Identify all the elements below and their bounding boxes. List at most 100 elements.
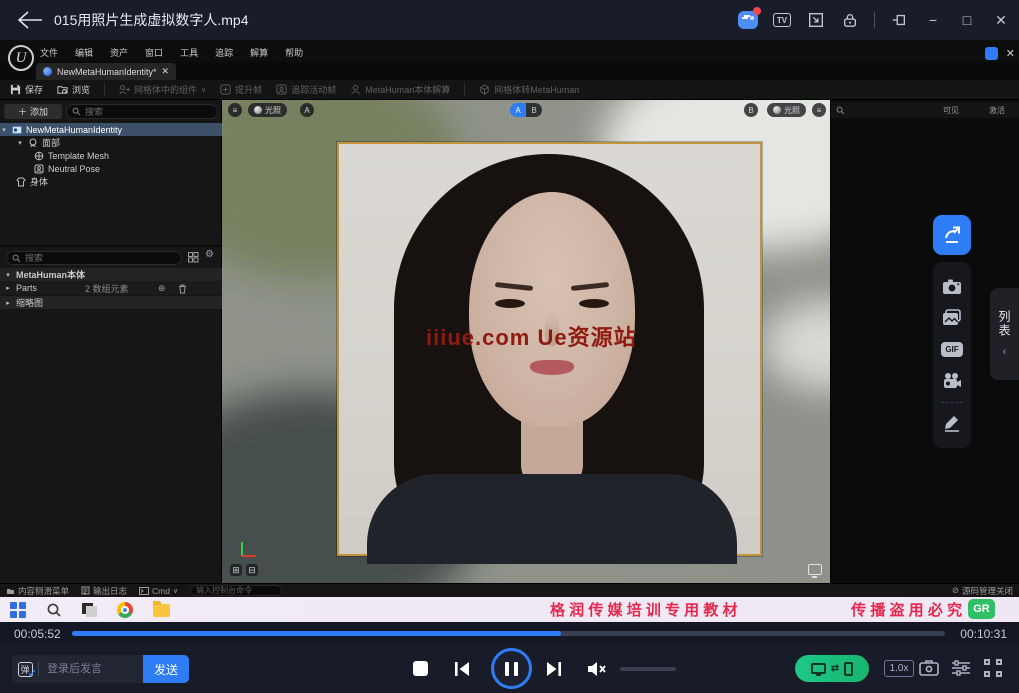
zoom-out-icon[interactable]: ⊟ (246, 564, 258, 576)
tab-close-icon[interactable]: ✕ (162, 66, 170, 77)
next-button[interactable] (544, 659, 564, 679)
chrome-icon[interactable] (117, 602, 133, 618)
stop-button[interactable] (413, 661, 428, 676)
details-row-thumbnail[interactable]: ▸ 缩略图 (0, 296, 222, 309)
settings-sliders-button[interactable] (950, 658, 972, 678)
volume-muted-icon[interactable] (586, 659, 608, 679)
pin-on-top-icon[interactable] (889, 10, 909, 30)
cmd-dropdown[interactable]: Cmd∨ (139, 586, 178, 596)
tree-item-template-mesh[interactable]: Template Mesh (0, 149, 222, 162)
chat-input[interactable] (39, 655, 143, 683)
capture-toolbar: GIF (933, 262, 971, 448)
volume-slider[interactable] (620, 667, 676, 671)
caret-down-icon[interactable]: ▾ (0, 126, 8, 134)
maximize-button[interactable]: □ (957, 10, 977, 30)
ue-browse-button[interactable]: 浏览 (57, 83, 90, 96)
view-mode-lit-a[interactable]: 光照 (248, 103, 287, 117)
console-command-input[interactable] (196, 586, 276, 595)
ue-asset-tab[interactable]: NewMetaHumanIdentity* ✕ (36, 63, 176, 80)
playback-speed-button[interactable]: 1.0x (884, 660, 914, 677)
tree-item-neutral-pose[interactable]: Neutral Pose (0, 162, 222, 175)
camera-a-button[interactable]: A (300, 103, 314, 117)
cast-to-phone-button[interactable]: ⇄ (795, 655, 869, 682)
record-video-icon[interactable] (941, 370, 963, 392)
mini-window-icon[interactable] (806, 10, 826, 30)
screenshot-camera-icon[interactable] (941, 276, 963, 298)
content-drawer-button[interactable]: 内容侧滑菜单 (6, 585, 69, 597)
ue-menu-tools[interactable]: 工具 (180, 46, 198, 59)
viewport-menu-icon[interactable]: ≡ (812, 103, 826, 117)
gif-icon[interactable]: GIF (941, 339, 963, 361)
panel-divider[interactable] (0, 245, 222, 247)
ue-track-markers-button[interactable]: 追踪活动帧 (276, 83, 336, 96)
game-center-icon[interactable] (738, 10, 758, 30)
view-ab-toggle[interactable]: A B (510, 103, 542, 117)
share-button[interactable] (933, 215, 971, 255)
caret-down-icon[interactable]: ▾ (16, 139, 24, 147)
details-section-header[interactable]: ▾ MetaHuman本体 (0, 268, 222, 281)
fullscreen-button[interactable] (984, 659, 1002, 677)
ue-mesh-to-metahuman-button[interactable]: 网格体转MetaHuman (479, 83, 579, 96)
tv-cast-icon[interactable]: TV (772, 10, 792, 30)
ue-menu-window[interactable]: 窗口 (145, 46, 163, 59)
annotate-pen-icon[interactable] (941, 412, 963, 434)
ue-components-dropdown[interactable]: 网格体中的组件∨ (119, 83, 206, 96)
windows-start-icon[interactable] (10, 602, 26, 618)
pause-button[interactable] (491, 648, 532, 689)
tree-search-box[interactable] (66, 104, 218, 119)
details-search-input[interactable] (25, 253, 176, 263)
camera-b-button[interactable]: B (744, 103, 758, 117)
pose-icon (34, 164, 44, 174)
send-button[interactable]: 发送 (143, 655, 189, 683)
view-mode-lit-b[interactable]: 光照 (767, 103, 806, 117)
gear-icon[interactable]: ⚙ (205, 249, 214, 260)
snapshot-button[interactable] (918, 658, 940, 678)
image-icon[interactable] (941, 307, 963, 329)
ue-menu-track[interactable]: 追踪 (215, 46, 233, 59)
ue-menu-edit[interactable]: 编辑 (75, 46, 93, 59)
ue-promote-frame-button[interactable]: 提升帧 (220, 83, 262, 96)
trash-icon[interactable] (178, 284, 187, 294)
share-arrow-icon (942, 225, 962, 245)
caret-right-icon[interactable]: ▸ (4, 299, 12, 307)
danmaku-toggle-icon[interactable]: 弹 ✓ (12, 655, 38, 683)
ue-save-button[interactable]: 保存 (10, 83, 43, 96)
ue-menu-file[interactable]: 文件 (40, 46, 58, 59)
caret-right-icon[interactable]: ▸ (4, 284, 12, 292)
ue-menu-help[interactable]: 帮助 (285, 46, 303, 59)
view-b[interactable]: B (526, 103, 542, 117)
view-a-active[interactable]: A (510, 103, 526, 117)
details-search-box[interactable] (6, 251, 182, 265)
ue-menu-asset[interactable]: 资产 (110, 46, 128, 59)
viewport-menu-icon[interactable]: ≡ (228, 103, 242, 117)
ue-close-icon[interactable]: ✕ (1006, 47, 1015, 60)
back-button[interactable] (16, 9, 44, 31)
taskbar-search-icon[interactable] (46, 602, 62, 618)
tree-item-root[interactable]: ▾ NewMetaHumanIdentity (0, 123, 222, 136)
playlist-drawer-handle[interactable]: 列表 ‹ (990, 288, 1019, 380)
details-row-parts[interactable]: ▸ Parts 2 数组元素 ⊕ (0, 281, 222, 295)
minimize-button[interactable]: − (923, 10, 943, 30)
add-part-button[interactable]: ＋ 添加 (4, 104, 62, 119)
source-control-status[interactable]: ⊘ 源码管理关闭 (952, 585, 1013, 597)
file-explorer-icon[interactable] (153, 604, 170, 617)
screen-icon[interactable] (808, 564, 822, 575)
tree-item-body[interactable]: 身体 (0, 175, 222, 188)
progress-bar[interactable] (72, 631, 945, 636)
console-command-box[interactable] (190, 585, 282, 596)
task-view-icon[interactable] (82, 603, 97, 617)
ue-identity-solve-button[interactable]: MetaHuman本体解算 (350, 83, 450, 96)
add-element-icon[interactable]: ⊕ (158, 283, 166, 294)
tree-search-input[interactable] (85, 107, 212, 117)
output-log-button[interactable]: 输出日志 (81, 585, 127, 597)
previous-button[interactable] (452, 659, 472, 679)
ue-viewport[interactable]: ≡ 光照 A A B B 光照 ≡ (222, 100, 830, 583)
zoom-in-icon[interactable]: ⊞ (230, 564, 242, 576)
tree-item-face[interactable]: ▾ 面部 (0, 136, 222, 149)
search-icon (72, 107, 81, 116)
ue-menu-solve[interactable]: 解算 (250, 46, 268, 59)
lock-icon[interactable] (840, 10, 860, 30)
search-icon[interactable] (836, 106, 845, 115)
close-button[interactable]: ✕ (991, 10, 1011, 30)
grid-view-icon[interactable] (188, 252, 199, 263)
